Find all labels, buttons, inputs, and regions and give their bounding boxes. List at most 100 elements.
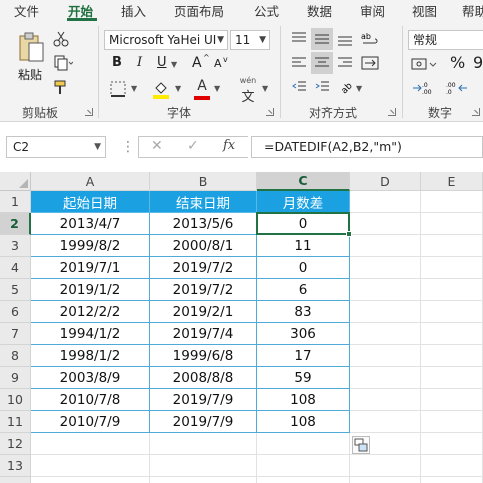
insert-function-button[interactable]: fx <box>223 138 235 153</box>
table-header-cell[interactable]: 结束日期 <box>150 191 257 213</box>
select-all-button[interactable] <box>0 172 31 191</box>
tab-view[interactable]: 视图 <box>412 1 437 20</box>
cell-d1[interactable] <box>350 191 421 213</box>
wrap-text-icon[interactable]: ab <box>360 30 380 48</box>
table-header-cell[interactable]: 起始日期 <box>31 191 150 213</box>
table-cell[interactable]: 2010/7/8 <box>31 389 150 411</box>
merge-center-icon[interactable] <box>360 54 380 72</box>
align-center-icon[interactable] <box>311 52 333 74</box>
format-painter-icon[interactable] <box>52 78 70 96</box>
table-cell[interactable]: 83 <box>257 301 350 323</box>
decrease-decimal-icon[interactable]: .00.0 <box>444 78 470 98</box>
cell-e6[interactable] <box>421 301 483 323</box>
tab-insert[interactable]: 插入 <box>121 1 146 20</box>
font-shrink-button[interactable]: A <box>214 57 222 70</box>
table-cell[interactable]: 17 <box>257 345 350 367</box>
cell-b12[interactable] <box>150 433 257 455</box>
align-bottom-icon[interactable] <box>336 30 354 48</box>
column-header-e[interactable]: E <box>421 172 483 191</box>
tab-file[interactable]: 文件 <box>14 1 39 20</box>
cell-e10[interactable] <box>421 389 483 411</box>
table-cell[interactable]: 1999/6/8 <box>150 345 257 367</box>
column-header-d[interactable]: D <box>350 172 421 191</box>
row-header-7[interactable]: 7 <box>0 323 31 345</box>
phonetic-guide-icon[interactable]: wén 文 <box>236 76 260 105</box>
fill-handle[interactable] <box>346 231 352 237</box>
row-header-9[interactable]: 9 <box>0 367 31 389</box>
cancel-icon[interactable]: ✕ <box>151 138 163 154</box>
cell-c12[interactable] <box>257 433 350 455</box>
cell-d5[interactable] <box>350 279 421 301</box>
table-cell[interactable]: 2019/7/2 <box>150 257 257 279</box>
font-grow-button[interactable]: A <box>192 55 202 71</box>
cell-e7[interactable] <box>421 323 483 345</box>
borders-icon[interactable] <box>108 80 128 98</box>
row-header-3[interactable]: 3 <box>0 235 31 257</box>
table-cell[interactable]: 108 <box>257 411 350 433</box>
table-cell[interactable]: 2003/8/9 <box>31 367 150 389</box>
cell-e13[interactable] <box>421 455 483 477</box>
increase-indent-icon[interactable] <box>313 78 331 96</box>
clipboard-launcher-icon[interactable] <box>85 108 93 116</box>
cut-icon[interactable] <box>52 30 70 48</box>
cell-a12[interactable] <box>31 433 150 455</box>
copy-icon[interactable] <box>52 54 74 72</box>
paste-icon[interactable] <box>16 30 46 64</box>
cell-d10[interactable] <box>350 389 421 411</box>
cell-e8[interactable] <box>421 345 483 367</box>
cell-d7[interactable] <box>350 323 421 345</box>
table-cell[interactable]: 2019/1/2 <box>31 279 150 301</box>
column-header-b[interactable]: B <box>150 172 257 191</box>
italic-button[interactable]: I <box>137 55 142 70</box>
column-header-a[interactable]: A <box>31 172 150 191</box>
table-cell[interactable]: 2019/7/9 <box>150 411 257 433</box>
row-header-14[interactable]: 14 <box>0 477 31 483</box>
table-cell[interactable]: 6 <box>257 279 350 301</box>
chevron-down-icon[interactable]: ▼ <box>94 137 101 157</box>
cell-a13[interactable] <box>31 455 150 477</box>
comma-style-button[interactable]: 9 <box>473 53 483 72</box>
cell-d8[interactable] <box>350 345 421 367</box>
auto-fill-options-icon[interactable] <box>352 436 370 454</box>
table-cell[interactable]: 1994/1/2 <box>31 323 150 345</box>
chevron-down-icon[interactable]: ▼ <box>171 60 177 69</box>
table-cell[interactable]: 2019/7/2 <box>150 279 257 301</box>
table-cell[interactable]: 59 <box>257 367 350 389</box>
row-header-11[interactable]: 11 <box>0 411 31 433</box>
table-cell[interactable]: 2019/7/4 <box>150 323 257 345</box>
paste-button-label[interactable]: 粘贴 <box>18 66 42 83</box>
tab-data[interactable]: 数据 <box>307 1 332 20</box>
table-cell[interactable]: 2000/8/1 <box>150 235 257 257</box>
tab-page-layout[interactable]: 页面布局 <box>174 1 224 20</box>
table-cell[interactable]: 2019/7/1 <box>31 257 150 279</box>
table-cell[interactable]: 2019/2/1 <box>150 301 257 323</box>
align-left-icon[interactable] <box>290 54 308 72</box>
table-cell[interactable]: 2013/4/7 <box>31 213 150 235</box>
increase-decimal-icon[interactable]: .0.00 <box>410 78 436 98</box>
row-header-8[interactable]: 8 <box>0 345 31 367</box>
alignment-launcher-icon[interactable] <box>388 108 396 116</box>
table-cell[interactable]: 306 <box>257 323 350 345</box>
row-header-6[interactable]: 6 <box>0 301 31 323</box>
table-cell[interactable]: 2012/2/2 <box>31 301 150 323</box>
chevron-down-icon[interactable]: ▼ <box>214 84 220 93</box>
cell-e9[interactable] <box>421 367 483 389</box>
chevron-down-icon[interactable]: ▼ <box>131 84 137 93</box>
row-header-12[interactable]: 12 <box>0 433 31 455</box>
row-header-10[interactable]: 10 <box>0 389 31 411</box>
cell-e12[interactable] <box>421 433 483 455</box>
underline-button[interactable]: U <box>157 55 167 70</box>
cell-e5[interactable] <box>421 279 483 301</box>
table-cell[interactable]: 2008/8/8 <box>150 367 257 389</box>
font-launcher-icon[interactable] <box>266 108 274 116</box>
table-cell[interactable]: 108 <box>257 389 350 411</box>
name-box[interactable]: C2 ▼ <box>6 136 106 158</box>
cell-c14[interactable] <box>257 477 350 483</box>
cell-d2[interactable] <box>350 213 421 235</box>
formula-bar-grip-icon[interactable]: ⋮ <box>121 139 135 155</box>
cell-d3[interactable] <box>350 235 421 257</box>
cell-a14[interactable] <box>31 477 150 483</box>
cell-d4[interactable] <box>350 257 421 279</box>
align-middle-icon[interactable] <box>311 28 333 50</box>
align-right-icon[interactable] <box>336 54 354 72</box>
